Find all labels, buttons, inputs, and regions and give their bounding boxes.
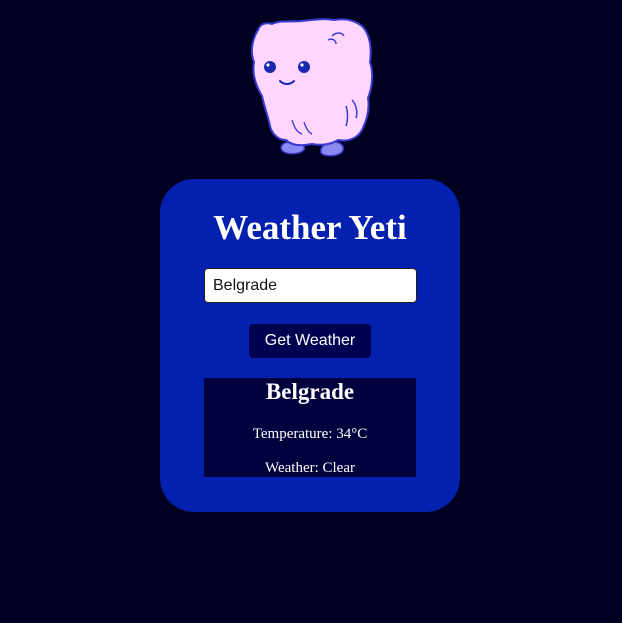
app-title: Weather Yeti <box>213 208 407 247</box>
result-weather: Weather: Clear <box>265 460 355 476</box>
get-weather-button[interactable]: Get Weather <box>249 324 371 358</box>
city-input[interactable] <box>204 268 417 303</box>
weather-card: Weather Yeti Get Weather Belgrade Temper… <box>160 179 460 512</box>
yeti-mascot-icon <box>250 18 374 157</box>
result-city-name: Belgrade <box>265 379 355 404</box>
result-temperature: Temperature: 34°C <box>252 426 368 442</box>
weather-result-panel: Belgrade Temperature: 34°C Weather: Clea… <box>204 378 416 477</box>
